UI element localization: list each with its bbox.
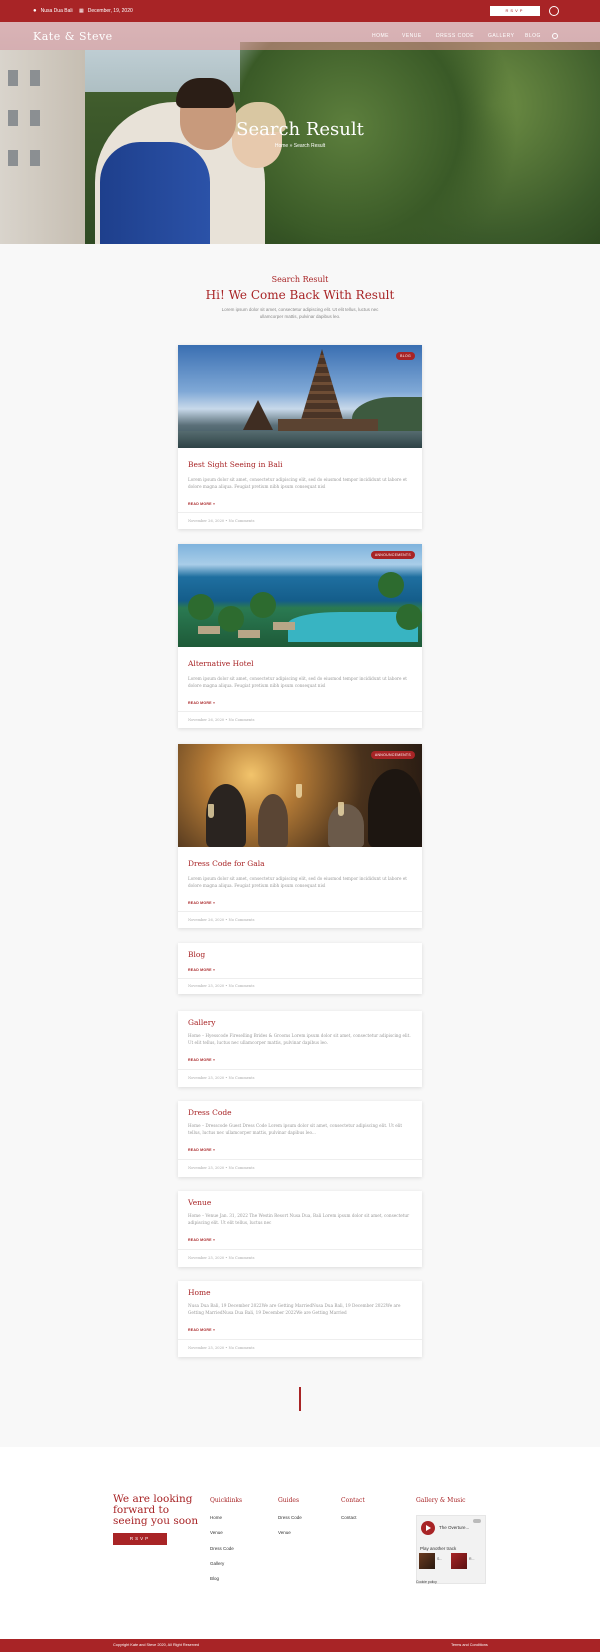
soundcloud-icon[interactable] (473, 1519, 481, 1523)
post-excerpt: Home – Hyesscode Fireselling Brides & Gr… (188, 1033, 411, 1045)
post-excerpt: Nusa Dua Bali, 19 December 2022We are Ge… (188, 1303, 401, 1315)
track-title[interactable]: The Overture... (439, 1525, 469, 1530)
post-meta: November 25, 2020 • No Comments (188, 984, 255, 988)
section-description: Lorem ipsum dolor sit amet, consectetur … (221, 307, 379, 319)
section-title: Hi! We Come Back With Result (205, 288, 395, 302)
nav-item-dress-code[interactable]: DRESS CODE (436, 33, 474, 39)
footer-link-dress-code-guide[interactable]: Dress Code (278, 1515, 302, 1520)
category-badge[interactable]: BLOG (396, 352, 415, 360)
rsvp-button[interactable]: RSVP (490, 6, 540, 16)
nav-item-home[interactable]: HOME (372, 33, 389, 39)
category-badge[interactable]: ANNOUNCEMENTS (370, 551, 415, 559)
track-label[interactable]: S... (437, 1557, 442, 1561)
map-pin-icon: ● (33, 8, 37, 14)
post-title[interactable]: Dress Code for Gala (188, 859, 265, 868)
read-more-link[interactable]: READ MORE » (188, 1148, 215, 1152)
footer-link-dress-code[interactable]: Dress Code (210, 1546, 234, 1551)
post-image[interactable]: ANNOUNCEMENTS (178, 544, 422, 647)
track-thumbnail[interactable] (419, 1553, 435, 1569)
post-card: ANNOUNCEMENTS Alternative Hotel Lorem ip… (178, 544, 422, 728)
read-more-link[interactable]: READ MORE » (188, 701, 215, 705)
post-image[interactable]: BLOG (178, 345, 422, 448)
footer-link-home[interactable]: Home (210, 1515, 222, 1520)
location-info: ● Nusa Dua Bali (33, 8, 73, 14)
nav-item-venue[interactable]: VENUE (402, 33, 422, 39)
calendar-icon: ▦ (79, 8, 84, 14)
post-excerpt: Lorem ipsum dolor sit amet, consectetur … (188, 477, 407, 489)
post-title[interactable]: Best Sight Seeing in Bali (188, 460, 283, 469)
post-meta: November 25, 2020 • No Comments (188, 1076, 255, 1080)
post-card: ANNOUNCEMENTS Dress Code for Gala Lorem … (178, 744, 422, 928)
post-meta: November 25, 2020 • No Comments (188, 1166, 255, 1170)
post-excerpt: Lorem ipsum dolor sit amet, consectetur … (188, 676, 407, 688)
cookie-policy-link[interactable]: Cookie policy (416, 1580, 437, 1584)
post-excerpt: Home – Venue Jan. 31, 2022 The Westin Re… (188, 1213, 410, 1225)
quicklinks-heading: Quicklinks (210, 1497, 243, 1504)
post-title[interactable]: Dress Code (188, 1108, 232, 1117)
post-title[interactable]: Home (188, 1288, 211, 1297)
post-meta: November 26, 2020 • No Comments (188, 918, 255, 922)
read-more-link[interactable]: READ MORE » (188, 1058, 215, 1062)
footer-rsvp-button[interactable]: RSVP (113, 1533, 167, 1545)
terms-link[interactable]: Terms and Conditions (451, 1643, 488, 1647)
footer-link-gallery[interactable]: Gallery (210, 1561, 224, 1566)
contact-heading: Contact (341, 1497, 365, 1504)
music-heading: Gallery & Music (416, 1497, 466, 1504)
footer-link-blog[interactable]: Blog (210, 1576, 219, 1581)
site-logo[interactable]: Kate & Steve (33, 30, 113, 43)
location-text: Nusa Dua Bali (40, 8, 73, 14)
footer-tagline: We are looking forward to seeing you soo… (113, 1493, 199, 1527)
post-card: BLOG Best Sight Seeing in Bali Lorem ips… (178, 345, 422, 529)
post-meta: November 26, 2020 • No Comments (188, 718, 255, 722)
footer (0, 1447, 600, 1639)
read-more-link[interactable]: READ MORE » (188, 968, 215, 972)
post-title[interactable]: Alternative Hotel (188, 659, 254, 668)
track-label[interactable]: R... (469, 1557, 474, 1561)
footer-link-venue-guide[interactable]: Venue (278, 1530, 291, 1535)
post-excerpt: Home – Dresscode Guest Dress Code Lorem … (188, 1123, 403, 1135)
user-icon[interactable] (549, 6, 559, 16)
section-subtitle: Search Result (271, 275, 329, 284)
play-icon[interactable] (421, 1521, 435, 1535)
date-text: December, 19, 2020 (87, 8, 133, 14)
breadcrumb[interactable]: Home » Search Result (0, 143, 600, 149)
post-excerpt: Lorem ipsum dolor sit amet, consectetur … (188, 876, 407, 888)
read-more-link[interactable]: READ MORE » (188, 1238, 215, 1242)
post-title[interactable]: Gallery (188, 1018, 216, 1027)
post-title[interactable]: Venue (188, 1198, 211, 1207)
pagination-indicator (299, 1387, 301, 1411)
post-meta: November 25, 2020 • No Comments (188, 1256, 255, 1260)
footer-link-venue[interactable]: Venue (210, 1530, 223, 1535)
post-card: Blog READ MORE » November 25, 2020 • No … (178, 943, 422, 994)
top-bar: ● Nusa Dua Bali ▦ December, 19, 2020 RSV… (0, 0, 600, 22)
main-nav: Kate & Steve HOME VENUE DRESS CODE GALLE… (0, 22, 600, 50)
post-image[interactable]: ANNOUNCEMENTS (178, 744, 422, 847)
hero-banner: Kate & Steve HOME VENUE DRESS CODE GALLE… (0, 22, 600, 244)
footer-link-contact[interactable]: Contact (341, 1515, 357, 1520)
nav-item-gallery[interactable]: GALLERY (488, 33, 514, 39)
track-thumbnail[interactable] (451, 1553, 467, 1569)
post-card: Dress Code Home – Dresscode Guest Dress … (178, 1101, 422, 1177)
play-another-label: Play another track (420, 1546, 457, 1551)
post-meta: November 25, 2020 • No Comments (188, 1346, 255, 1350)
guides-heading: Guides (278, 1497, 300, 1504)
post-meta: November 26, 2020 • No Comments (188, 519, 255, 523)
page-title: Search Result (236, 119, 364, 140)
post-card: Home Nusa Dua Bali, 19 December 2022We a… (178, 1281, 422, 1357)
post-card: Gallery Home – Hyesscode Fireselling Bri… (178, 1011, 422, 1087)
read-more-link[interactable]: READ MORE » (188, 901, 215, 905)
copyright-bar: Copyright Kate and Steve 2020, All Right… (0, 1639, 600, 1652)
post-title[interactable]: Blog (188, 950, 205, 959)
music-player: The Overture... Play another track S... … (416, 1515, 486, 1584)
search-icon[interactable] (552, 33, 558, 39)
post-card: Venue Home – Venue Jan. 31, 2022 The Wes… (178, 1191, 422, 1267)
date-info: ▦ December, 19, 2020 (79, 8, 133, 14)
copyright-text: Copyright Kate and Steve 2020, All Right… (113, 1643, 200, 1647)
category-badge[interactable]: ANNOUNCEMENTS (370, 751, 415, 759)
nav-item-blog[interactable]: BLOG (525, 33, 541, 39)
read-more-link[interactable]: READ MORE » (188, 1328, 215, 1332)
read-more-link[interactable]: READ MORE » (188, 502, 215, 506)
